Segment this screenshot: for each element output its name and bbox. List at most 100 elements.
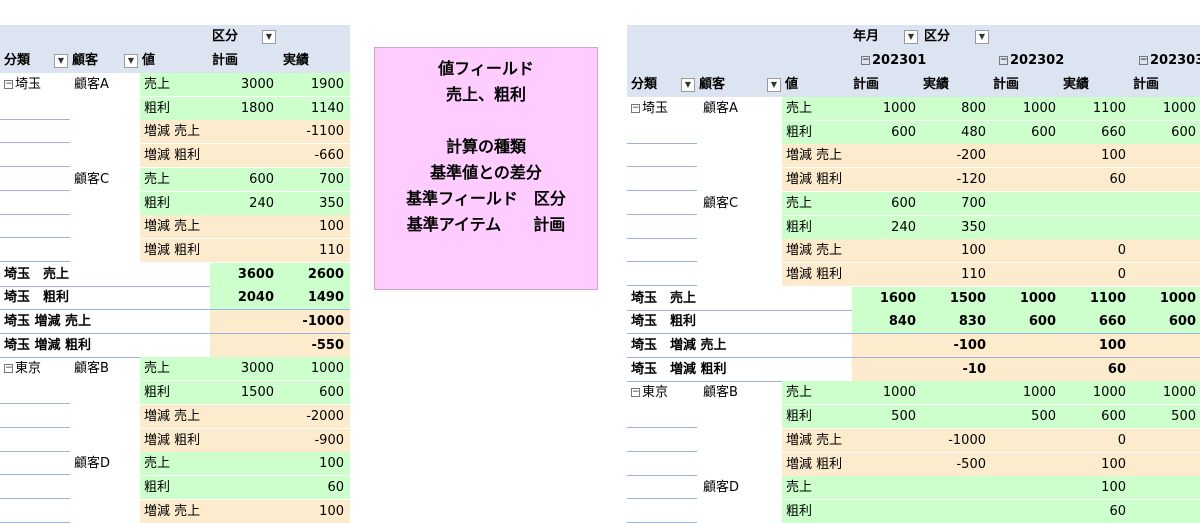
plan-value: 1500 <box>210 381 280 404</box>
plan-value <box>210 500 280 523</box>
pivot-value: 500 <box>992 405 1062 428</box>
actual-value: -550 <box>280 334 350 357</box>
region-cell <box>627 216 697 239</box>
region-cell <box>627 144 697 167</box>
region-cell <box>0 381 70 404</box>
value-field-label: 増減 売上 <box>140 405 210 428</box>
collapse-icon[interactable]: − <box>631 104 640 113</box>
pivot-value <box>1132 144 1200 167</box>
pivot-value <box>992 476 1062 499</box>
pivot-value <box>852 500 922 523</box>
pivot-value <box>992 144 1062 167</box>
right-nengetsu-label: 年月 <box>853 29 880 44</box>
pivot-value: 500 <box>852 405 922 428</box>
settings-note-box: 値フィールド 売上、粗利 計算の種類 基準値との差分 基準フィールド 区分 基準… <box>374 47 598 290</box>
right-bunrui-filter-dropdown[interactable]: ▼ <box>681 78 695 92</box>
pivot-value: 600 <box>852 192 922 215</box>
value-field-label: 増減 粗利 <box>782 263 852 286</box>
left-bunrui-filter-dropdown[interactable]: ▼ <box>54 54 68 68</box>
actual-value: 100 <box>280 215 350 238</box>
pivot-value <box>992 358 1062 381</box>
region-cell[interactable]: − 埼玉 <box>627 97 697 120</box>
actual-value: -900 <box>280 429 350 452</box>
right-month-header-202302[interactable]: −202302 <box>999 49 1079 72</box>
pivot-value <box>992 263 1062 286</box>
pivot-value <box>922 381 992 404</box>
right-kubun-filter-dropdown[interactable]: ▼ <box>975 30 989 44</box>
value-field-label: 増減 粗利 <box>782 168 852 191</box>
right-kokyaku-filter-dropdown[interactable]: ▼ <box>767 78 781 92</box>
value-field-label: 増減 売上 <box>140 215 210 238</box>
value-field-label: 売上 <box>782 381 852 404</box>
region-cell <box>627 500 697 523</box>
actual-value: -1100 <box>280 120 350 143</box>
pivot-value <box>852 476 922 499</box>
pivot-value: 350 <box>922 216 992 239</box>
pivot-value <box>992 334 1062 357</box>
right-plan-header-2: 計画 <box>993 77 1020 92</box>
value-field-label: 増減 売上 <box>782 239 852 262</box>
region-cell[interactable]: − 東京 <box>627 381 697 404</box>
note-line: 基準アイテム 計画 <box>406 215 566 234</box>
left-kubun-filter-dropdown[interactable]: ▼ <box>262 30 276 44</box>
region-cell <box>0 452 70 475</box>
region-cell <box>627 476 697 499</box>
pivot-value <box>852 334 922 357</box>
collapse-icon[interactable]: − <box>861 56 870 65</box>
subtotal-label: 埼玉 売上 <box>4 267 70 282</box>
region-cell[interactable]: − 埼玉 <box>0 73 70 96</box>
plan-value <box>210 405 280 428</box>
subtotal-label: 埼玉 増減 粗利 <box>631 362 727 377</box>
pivot-value: -10 <box>922 358 992 381</box>
left-kokyaku-filter-dropdown[interactable]: ▼ <box>124 54 138 68</box>
customer-label: 顧客B <box>703 385 738 400</box>
value-field-label: 増減 粗利 <box>782 453 852 476</box>
right-month-header-202301[interactable]: −202301 <box>861 49 941 72</box>
actual-value: 2600 <box>280 263 350 286</box>
pivot-value <box>992 239 1062 262</box>
pivot-value <box>852 429 922 452</box>
right-actual-header-1: 実績 <box>923 77 950 92</box>
value-field-label: 粗利 <box>140 192 210 215</box>
right-atai-header: 値 <box>785 77 799 92</box>
region-label: 埼玉 <box>15 77 42 92</box>
collapse-icon[interactable]: − <box>4 364 13 373</box>
right-nengetsu-filter-dropdown[interactable]: ▼ <box>904 30 918 44</box>
collapse-icon[interactable]: − <box>1139 56 1148 65</box>
pivot-value <box>992 192 1062 215</box>
value-field-label: 増減 売上 <box>140 500 210 523</box>
pivot-value: 1100 <box>1062 287 1132 310</box>
pivot-value <box>1132 429 1200 452</box>
value-field-label: 粗利 <box>782 405 852 428</box>
region-cell <box>627 405 697 428</box>
collapse-icon[interactable]: − <box>999 56 1008 65</box>
value-field-label: 粗利 <box>782 500 852 523</box>
value-field-label: 売上 <box>782 97 852 120</box>
collapse-icon[interactable]: − <box>4 80 13 89</box>
value-field-label: 粗利 <box>140 381 210 404</box>
region-cell[interactable]: − 東京 <box>0 357 70 380</box>
note-line: 値フィールド <box>438 59 534 78</box>
pivot-value <box>852 168 922 191</box>
actual-value: 110 <box>280 239 350 262</box>
right-plan-header-1: 計画 <box>853 77 880 92</box>
customer-label: 顧客A <box>74 77 109 92</box>
subtotal-label: 埼玉 粗利 <box>4 290 70 305</box>
plan-value: 240 <box>210 192 280 215</box>
collapse-icon[interactable]: − <box>631 388 640 397</box>
note-line: 計算の種類 <box>445 137 526 156</box>
right-month-header-202303[interactable]: −202303 <box>1139 49 1200 72</box>
right-kubun-label: 区分 <box>924 29 951 44</box>
pivot-value: 1600 <box>852 287 922 310</box>
pivot-value: 700 <box>922 192 992 215</box>
plan-value <box>210 452 280 475</box>
region-cell <box>627 239 697 262</box>
plan-value: 3000 <box>210 73 280 96</box>
pivot-value: 1000 <box>1132 381 1200 404</box>
pivot-value: 0 <box>1062 263 1132 286</box>
plan-value <box>210 215 280 238</box>
pivot-value: 1000 <box>1062 381 1132 404</box>
region-label: 埼玉 <box>642 101 669 116</box>
region-cell <box>0 97 70 120</box>
pivot-value: 600 <box>852 121 922 144</box>
